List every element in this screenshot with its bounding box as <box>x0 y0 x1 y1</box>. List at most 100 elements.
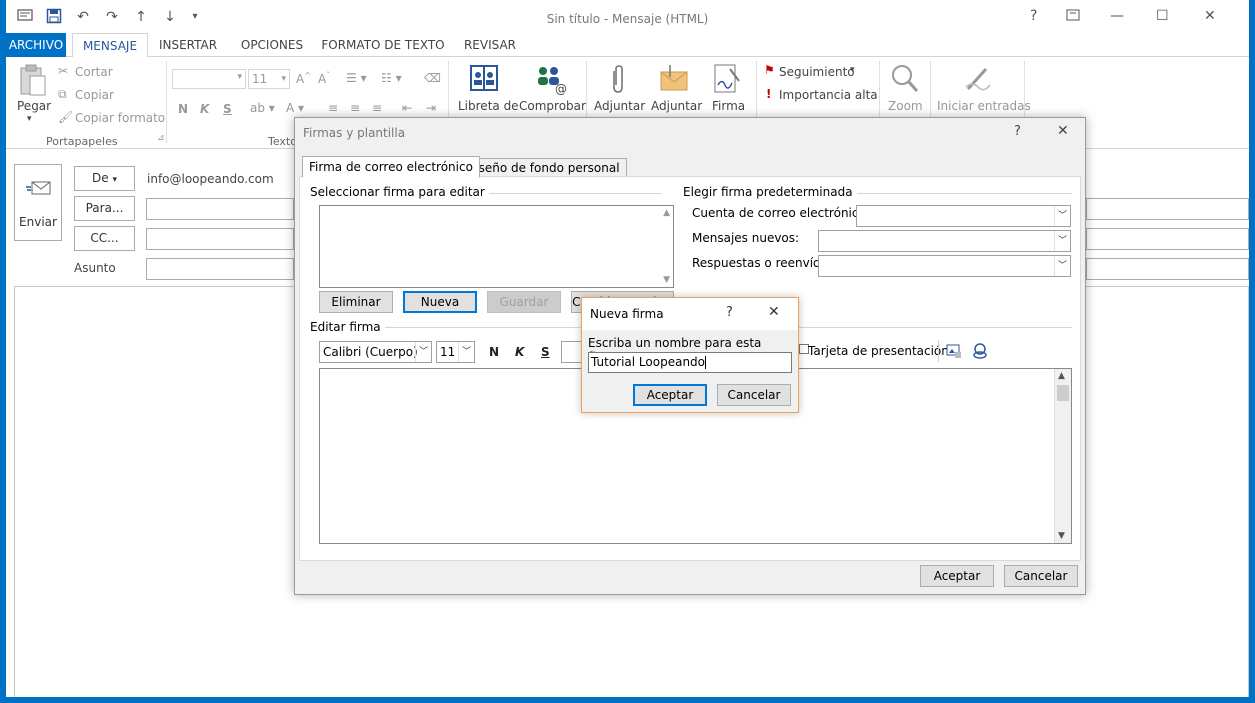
font-name-combo[interactable]: ▾ <box>172 69 246 89</box>
tab-mensaje[interactable]: MENSAJE <box>72 33 148 58</box>
address-book-icon[interactable] <box>468 63 500 95</box>
select-signature-label: Seleccionar firma para editar <box>310 185 489 199</box>
underline-button[interactable]: S <box>541 345 550 359</box>
send-button[interactable]: Enviar <box>14 164 62 241</box>
cc-field-end[interactable] <box>1086 228 1249 250</box>
size-combo[interactable]: 11 ﹀ <box>436 341 475 363</box>
align-left-icon[interactable]: ≡ <box>328 101 338 115</box>
format-painter-icon: 🖌 <box>58 110 74 124</box>
italic-button[interactable]: K <box>200 102 209 116</box>
italic-button[interactable]: K <box>515 345 524 359</box>
attach-file-button[interactable]: Adjuntar <box>594 99 645 113</box>
popup-help-icon[interactable]: ? <box>726 305 733 320</box>
subject-field-end[interactable] <box>1086 258 1249 280</box>
tab-archivo[interactable]: ARCHIVO <box>6 33 66 57</box>
font-size-combo[interactable]: 11 ▾ <box>248 69 290 89</box>
insert-picture-icon[interactable] <box>946 343 962 362</box>
dialog-ok-button[interactable]: Aceptar <box>920 565 994 587</box>
paste-button[interactable]: Pegar <box>17 99 51 113</box>
align-center-icon[interactable]: ≡ <box>350 101 360 115</box>
signature-list[interactable]: ▲ ▼ <box>319 205 674 288</box>
underline-button[interactable]: S <box>223 102 232 116</box>
popup-close-icon[interactable]: ✕ <box>768 304 780 320</box>
paste-dropdown-icon[interactable]: ▾ <box>27 114 32 124</box>
tab-email-signature[interactable]: Firma de correo electrónico <box>302 156 480 178</box>
start-inking-button[interactable]: Iniciar entradas <box>937 99 1031 113</box>
zoom-button[interactable]: Zoom <box>888 99 923 113</box>
attach-item-button[interactable]: Adjuntar <box>651 99 702 113</box>
maximize-icon[interactable]: ☐ <box>1156 8 1169 24</box>
align-right-icon[interactable]: ≡ <box>372 101 382 115</box>
attach-file-icon[interactable] <box>606 63 638 95</box>
subject-field[interactable] <box>146 258 294 280</box>
grow-font-icon[interactable]: A^ <box>296 71 311 86</box>
clipboard-launcher-icon[interactable]: ⊿ <box>157 133 165 143</box>
to-field-end[interactable] <box>1086 198 1249 220</box>
new-messages-combo[interactable]: ﹀ <box>818 230 1071 252</box>
signature-button[interactable]: Firma <box>712 99 745 113</box>
insert-hyperlink-icon[interactable] <box>972 343 990 362</box>
new-button[interactable]: Nueva <box>403 291 477 313</box>
to-field[interactable] <box>146 198 294 220</box>
save-button[interactable]: Guardar <box>487 291 561 313</box>
scroll-down-icon[interactable]: ▼ <box>663 275 670 285</box>
close-icon[interactable]: ✕ <box>1204 8 1216 24</box>
tab-insertar[interactable]: INSERTAR <box>156 33 220 57</box>
check-names-button[interactable]: Comprobar <box>519 99 586 113</box>
dialog-help-icon[interactable]: ? <box>1014 124 1021 139</box>
scroll-down-icon[interactable]: ▼ <box>1058 531 1065 541</box>
font-combo[interactable]: Calibri (Cuerpo) ﹀ <box>319 341 432 363</box>
text-cursor <box>705 356 707 369</box>
address-book-button[interactable]: Libreta de <box>458 99 519 113</box>
tab-opciones[interactable]: OPCIONES <box>235 33 309 57</box>
scroll-thumb[interactable] <box>1057 385 1069 401</box>
font-color-icon[interactable]: A ▾ <box>286 101 304 115</box>
editor-scrollbar[interactable]: ▲ ▼ <box>1054 369 1071 543</box>
highlight-icon[interactable]: ab ▾ <box>250 101 275 115</box>
format-painter-button[interactable]: Copiar formato <box>75 111 165 125</box>
paste-icon[interactable] <box>18 63 50 96</box>
popup-cancel-button[interactable]: Cancelar <box>717 384 791 406</box>
popup-ok-button[interactable]: Aceptar <box>633 384 707 406</box>
signature-icon[interactable] <box>712 63 744 95</box>
ribbon-display-icon[interactable] <box>1066 8 1080 26</box>
scroll-up-icon[interactable]: ▲ <box>663 208 670 218</box>
copy-button[interactable]: Copiar <box>75 88 114 102</box>
ink-icon[interactable] <box>962 63 994 95</box>
delete-button[interactable]: Eliminar <box>319 291 393 313</box>
bullets-icon[interactable]: ☰ ▾ <box>346 71 367 85</box>
cc-field[interactable] <box>146 228 294 250</box>
attach-item-icon[interactable] <box>658 63 690 95</box>
to-button[interactable]: Para... <box>74 196 135 221</box>
minimize-icon[interactable]: — <box>1110 8 1124 24</box>
shrink-font-icon[interactable]: Aˇ <box>318 71 330 86</box>
separator <box>830 193 1072 194</box>
clear-format-icon[interactable]: ⌫ <box>424 71 441 85</box>
follow-up-button[interactable]: Seguimiento <box>779 65 855 79</box>
title-bar: ↶ ↷ ↑ ↓ ▾ Sin título - Mensaje (HTML) ? … <box>0 0 1255 34</box>
tab-formato-de-texto[interactable]: FORMATO DE TEXTO <box>321 33 445 57</box>
high-importance-button[interactable]: Importancia alta <box>779 88 878 102</box>
signature-name-input[interactable]: Tutorial Loopeando <box>588 352 792 373</box>
follow-up-dropdown-icon[interactable]: ▾ <box>850 65 855 75</box>
tab-personal-stationery[interactable]: Diseño de fondo personal <box>459 158 627 178</box>
bold-button[interactable]: N <box>178 102 188 116</box>
tab-revisar[interactable]: REVISAR <box>458 33 522 57</box>
decrease-indent-icon[interactable]: ⇤ <box>402 101 412 115</box>
bold-button[interactable]: N <box>489 345 499 359</box>
increase-indent-icon[interactable]: ⇥ <box>426 101 436 115</box>
zoom-icon[interactable] <box>890 63 922 95</box>
replies-combo[interactable]: ﹀ <box>818 255 1071 277</box>
from-button[interactable]: De ▾ <box>74 166 135 191</box>
subject-label: Asunto <box>74 261 116 275</box>
account-combo[interactable]: ﹀ <box>856 205 1071 227</box>
business-card-label[interactable]: Tarjeta de presentación <box>808 344 949 358</box>
dialog-cancel-button[interactable]: Cancelar <box>1004 565 1078 587</box>
scroll-up-icon[interactable]: ▲ <box>1058 371 1065 381</box>
numbering-icon[interactable]: ☷ ▾ <box>381 71 402 85</box>
cut-button[interactable]: Cortar <box>75 65 113 79</box>
check-names-icon[interactable]: @ <box>534 63 567 96</box>
window-help-icon[interactable]: ? <box>1030 8 1037 24</box>
cc-button[interactable]: CC... <box>74 226 135 251</box>
dialog-close-icon[interactable]: ✕ <box>1057 123 1069 139</box>
